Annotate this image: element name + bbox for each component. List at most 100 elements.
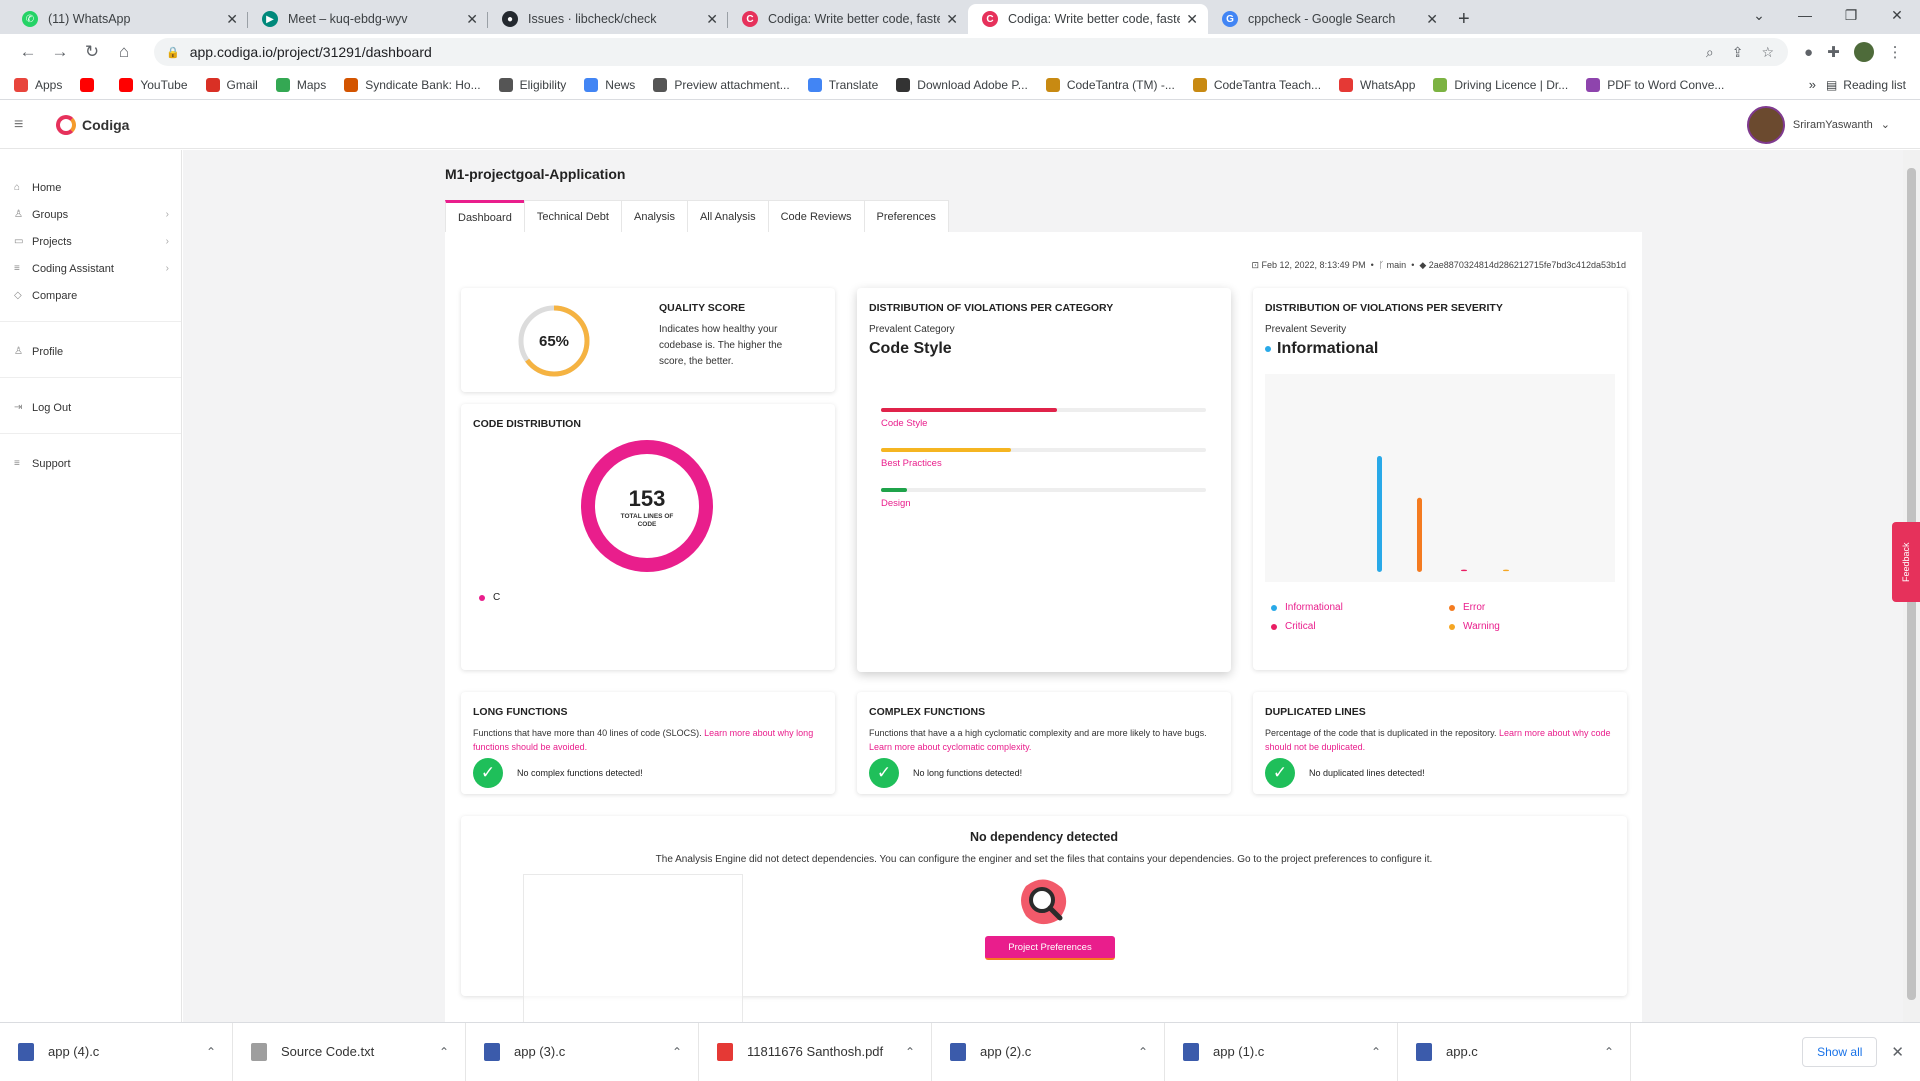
tab-close-icon[interactable]: ✕ <box>946 11 958 28</box>
chevron-up-icon[interactable]: ⌃ <box>1138 1045 1148 1059</box>
bookmark-item[interactable]: PDF to Word Conve... <box>1586 77 1724 92</box>
category-bar-label[interactable]: Code Style <box>881 418 1206 429</box>
download-item[interactable]: Source Code.txt ⌃ <box>233 1022 466 1081</box>
download-item[interactable]: app (1).c ⌃ <box>1165 1022 1398 1081</box>
tab-close-icon[interactable]: ✕ <box>466 11 478 28</box>
bookmark-item[interactable]: YouTube <box>119 77 188 92</box>
back-icon[interactable]: ← <box>12 42 44 62</box>
reload-icon[interactable]: ↻ <box>76 42 108 62</box>
user-menu[interactable]: SriramYaswanth ⌄ <box>1746 105 1890 144</box>
bookmark-item[interactable]: Syndicate Bank: Ho... <box>344 77 481 92</box>
download-item[interactable]: app.c ⌃ <box>1398 1022 1631 1081</box>
show-all-button[interactable]: Show all <box>1802 1036 1878 1067</box>
bookmark-item[interactable]: Maps <box>275 77 326 92</box>
minimize-icon[interactable]: — <box>1782 0 1828 30</box>
home-icon[interactable]: ⌂ <box>108 42 140 62</box>
category-bar-label[interactable]: Design <box>881 498 1206 509</box>
address-bar[interactable]: 🔒 app.codiga.io/project/31291/dashboard … <box>154 38 1788 66</box>
tab-search-icon[interactable]: ⌄ <box>1736 0 1782 30</box>
sidebar-item-logout[interactable]: ⇥ Log Out <box>0 394 181 421</box>
bookmark-item[interactable]: Apps <box>14 77 62 92</box>
bookmark-item[interactable]: CodeTantra Teach... <box>1192 77 1321 92</box>
puzzle-icon[interactable]: ✚ <box>1827 43 1840 61</box>
chevron-up-icon[interactable]: ⌃ <box>206 1045 216 1059</box>
close-downloads-icon[interactable]: ✕ <box>1891 1043 1904 1061</box>
tab-all-analysis[interactable]: All Analysis <box>686 200 769 232</box>
more-bookmarks-icon[interactable]: » <box>1809 77 1816 92</box>
extension-icon[interactable]: ● <box>1804 44 1813 61</box>
tab-close-icon[interactable]: ✕ <box>1426 11 1438 28</box>
share-icon[interactable]: ⇪ <box>1732 44 1744 61</box>
bookmark-item[interactable]: CodeTantra (TM) -... <box>1045 77 1175 92</box>
sidebar-item-home[interactable]: ⌂ Home <box>0 174 181 201</box>
browser-tab-title: Codiga: Write better code, faster! <box>1008 12 1181 26</box>
sidebar-support-group: ≡ Support <box>0 434 181 489</box>
severity-bar-informational <box>1377 456 1382 572</box>
chevron-up-icon[interactable]: ⌃ <box>672 1045 682 1059</box>
bookmark-item[interactable]: Download Adobe P... <box>896 77 1028 92</box>
project-preferences-button[interactable]: Project Preferences <box>985 936 1115 960</box>
download-item[interactable]: app (3).c ⌃ <box>466 1022 699 1081</box>
lock-icon[interactable]: 🔒 <box>166 46 180 59</box>
prevalent-severity-value: Informational <box>1265 340 1378 358</box>
sidebar-item-compare[interactable]: ◇ Compare <box>0 282 181 309</box>
chevron-up-icon[interactable]: ⌃ <box>1604 1045 1614 1059</box>
chevron-up-icon[interactable]: ⌃ <box>1371 1045 1381 1059</box>
tab-close-icon[interactable]: ✕ <box>226 11 238 28</box>
tab-close-icon[interactable]: ✕ <box>1186 11 1198 28</box>
bookmark-star-icon[interactable]: ☆ <box>1761 44 1774 61</box>
profile-avatar[interactable] <box>1853 42 1874 62</box>
zoom-icon[interactable]: ⌕ <box>1706 44 1714 61</box>
severity-legend-item[interactable]: Critical <box>1271 621 1316 632</box>
browser-tab[interactable]: C Codiga: Write better code, faster! ✕ <box>968 4 1208 34</box>
bookmark-item[interactable]: Preview attachment... <box>653 77 790 92</box>
complex-functions-link[interactable]: Learn more about cyclomatic complexity. <box>869 742 1031 752</box>
reading-list[interactable]: ▤ Reading list <box>1826 78 1906 92</box>
hamburger-icon[interactable]: ≡ <box>14 116 36 134</box>
feedback-tab[interactable]: Feedback <box>1892 522 1920 602</box>
compare-icon: ◇ <box>14 290 22 301</box>
severity-legend-item[interactable]: Warning <box>1449 621 1500 632</box>
restore-icon[interactable]: ❐ <box>1828 0 1874 30</box>
bookmark-item[interactable]: Gmail <box>205 77 258 92</box>
sidebar-item-groups[interactable]: ♙ Groups › <box>0 201 181 228</box>
browser-tab[interactable]: Gcppcheck - Google Search ✕ <box>1208 4 1448 34</box>
tab-dashboard[interactable]: Dashboard <box>445 200 525 232</box>
menu-icon[interactable]: ⋮ <box>1888 43 1903 61</box>
download-item[interactable]: 11811676 Santhosh.pdf ⌃ <box>699 1022 932 1081</box>
category-bar-label[interactable]: Best Practices <box>881 458 1206 469</box>
bookmark-item[interactable]: Eligibility <box>498 77 566 92</box>
chevron-up-icon[interactable]: ⌃ <box>439 1045 449 1059</box>
bookmark-item[interactable]: News <box>584 77 635 92</box>
tab-close-icon[interactable]: ✕ <box>706 11 718 28</box>
overlay-popup <box>523 874 743 1022</box>
download-item[interactable]: app (4).c ⌃ <box>0 1022 233 1081</box>
browser-tab[interactable]: C Codiga: Write better code, faster! ✕ <box>728 4 968 34</box>
codiga-logo[interactable]: Codiga <box>56 114 129 135</box>
browser-tab[interactable]: ● Issues · libcheck/check ✕ <box>488 4 728 34</box>
bookmark-item[interactable]: Translate <box>807 77 878 92</box>
bookmark-item[interactable]: Driving Licence | Dr... <box>1433 77 1568 92</box>
tab-favicon-icon: ▶ <box>262 11 278 27</box>
chevron-up-icon[interactable]: ⌃ <box>905 1045 915 1059</box>
browser-tab[interactable]: ✆ (11) WhatsApp ✕ <box>8 4 248 34</box>
bookmark-item[interactable] <box>80 77 101 92</box>
tab-technical-debt[interactable]: Technical Debt <box>523 200 622 232</box>
sidebar-item-support[interactable]: ≡ Support <box>0 450 181 477</box>
new-tab-button[interactable]: + <box>1458 4 1470 34</box>
sidebar-item-projects[interactable]: ▭ Projects › <box>0 228 181 255</box>
download-item[interactable]: app (2).c ⌃ <box>932 1022 1165 1081</box>
severity-legend-item[interactable]: Informational <box>1271 602 1343 613</box>
sidebar-item-coding-assistant[interactable]: ≡ Coding Assistant › <box>0 255 181 282</box>
sidebar-item-profile[interactable]: ♙ Profile <box>0 338 181 365</box>
tab-preferences[interactable]: Preferences <box>863 200 949 232</box>
close-window-icon[interactable]: ✕ <box>1874 0 1920 30</box>
tab-code-reviews[interactable]: Code Reviews <box>767 200 865 232</box>
browser-tab[interactable]: ▶ Meet – kuq-ebdg-wyv ✕ <box>248 4 488 34</box>
file-icon <box>1183 1042 1199 1061</box>
severity-legend-item[interactable]: Error <box>1449 602 1485 613</box>
tab-analysis[interactable]: Analysis <box>620 200 688 232</box>
bookmark-item[interactable]: WhatsApp <box>1339 77 1415 92</box>
forward-icon[interactable]: → <box>44 42 76 62</box>
chevron-down-icon: ⌄ <box>1880 119 1890 131</box>
